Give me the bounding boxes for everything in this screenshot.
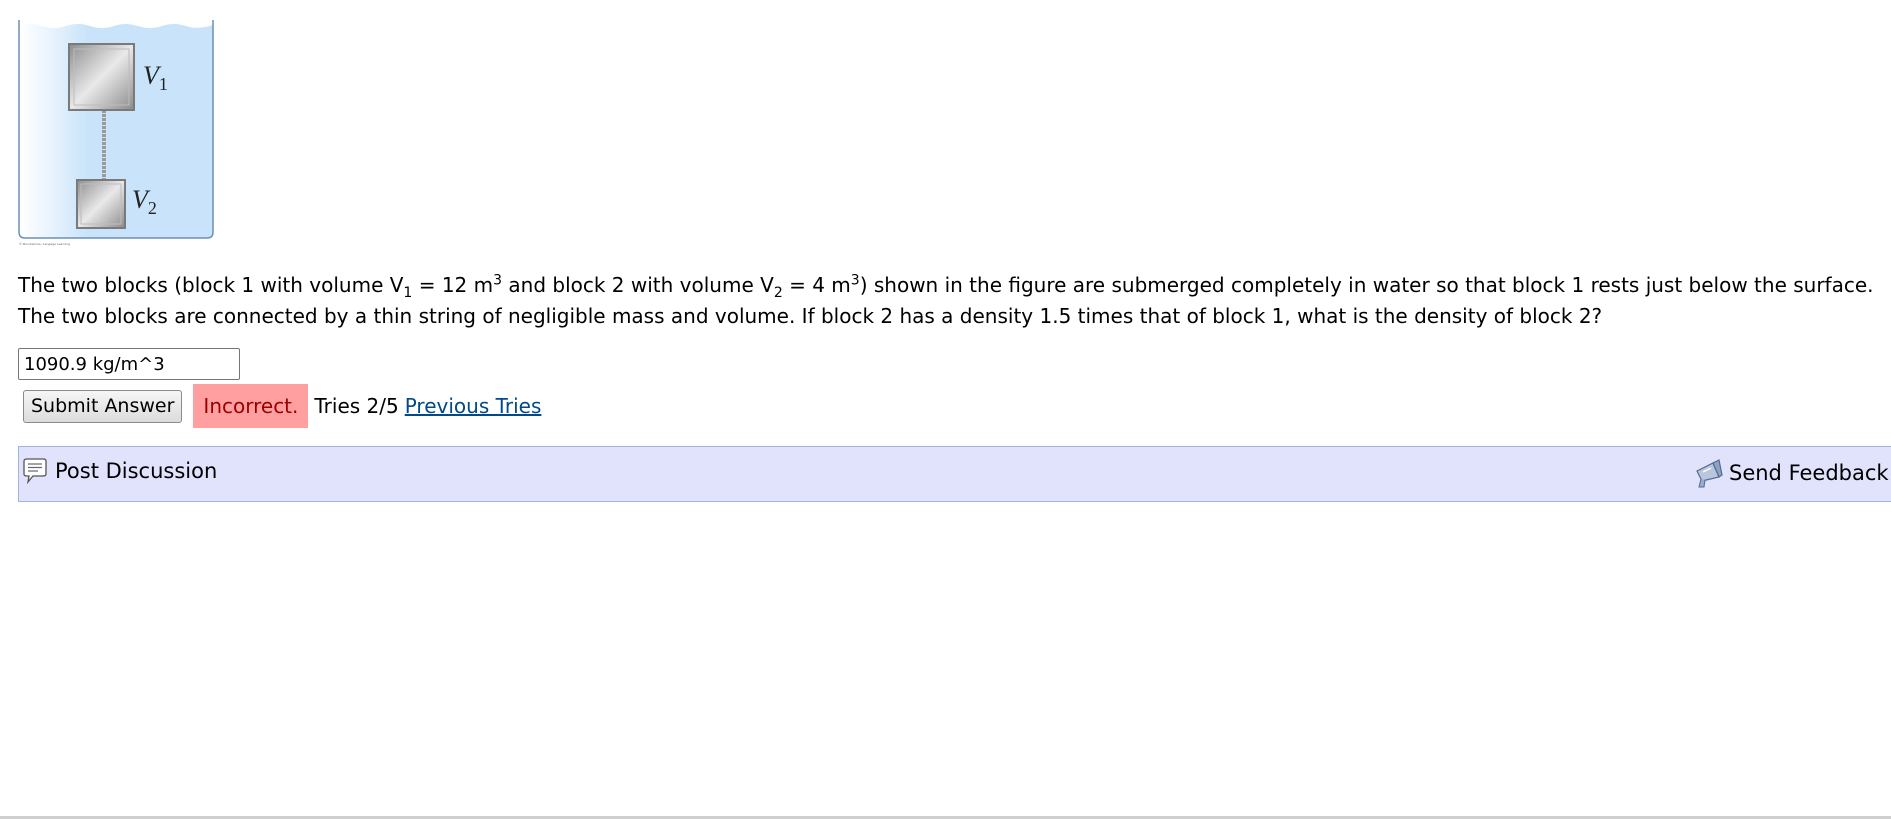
question-text: The two blocks (block 1 with volume V1 =… <box>18 270 1891 332</box>
blocks-in-water-diagram: V1 V2 © Brooks/Cole, Cengage Learning <box>18 20 214 246</box>
incorrect-status-badge: Incorrect. <box>193 384 309 428</box>
block-1 <box>68 43 135 111</box>
answer-input[interactable] <box>18 348 240 380</box>
post-discussion-label: Post Discussion <box>55 459 218 483</box>
previous-tries-link[interactable]: Previous Tries <box>405 394 542 418</box>
feedback-megaphone-icon <box>1696 459 1723 488</box>
post-discussion-button[interactable]: Post Discussion <box>21 457 217 485</box>
discussion-bar: Post Discussion Send Feedback <box>18 446 1891 502</box>
question-line-1: The two blocks (block 1 with volume V1 =… <box>18 272 1874 301</box>
question-line-2: The two blocks are connected by a thin s… <box>18 304 1603 328</box>
tries-count: Tries 2/5 <box>314 394 399 418</box>
speech-bubble-icon <box>23 458 47 485</box>
physics-figure: V1 V2 © Brooks/Cole, Cengage Learning <box>18 18 218 246</box>
block-2 <box>76 179 126 229</box>
send-feedback-button[interactable]: Send Feedback <box>1693 457 1889 489</box>
send-feedback-label: Send Feedback <box>1729 461 1889 485</box>
submission-row: Submit Answer Incorrect. Tries 2/5 Previ… <box>23 384 541 428</box>
figure-copyright: © Brooks/Cole, Cengage Learning <box>19 242 70 246</box>
submit-answer-button[interactable]: Submit Answer <box>23 389 183 423</box>
